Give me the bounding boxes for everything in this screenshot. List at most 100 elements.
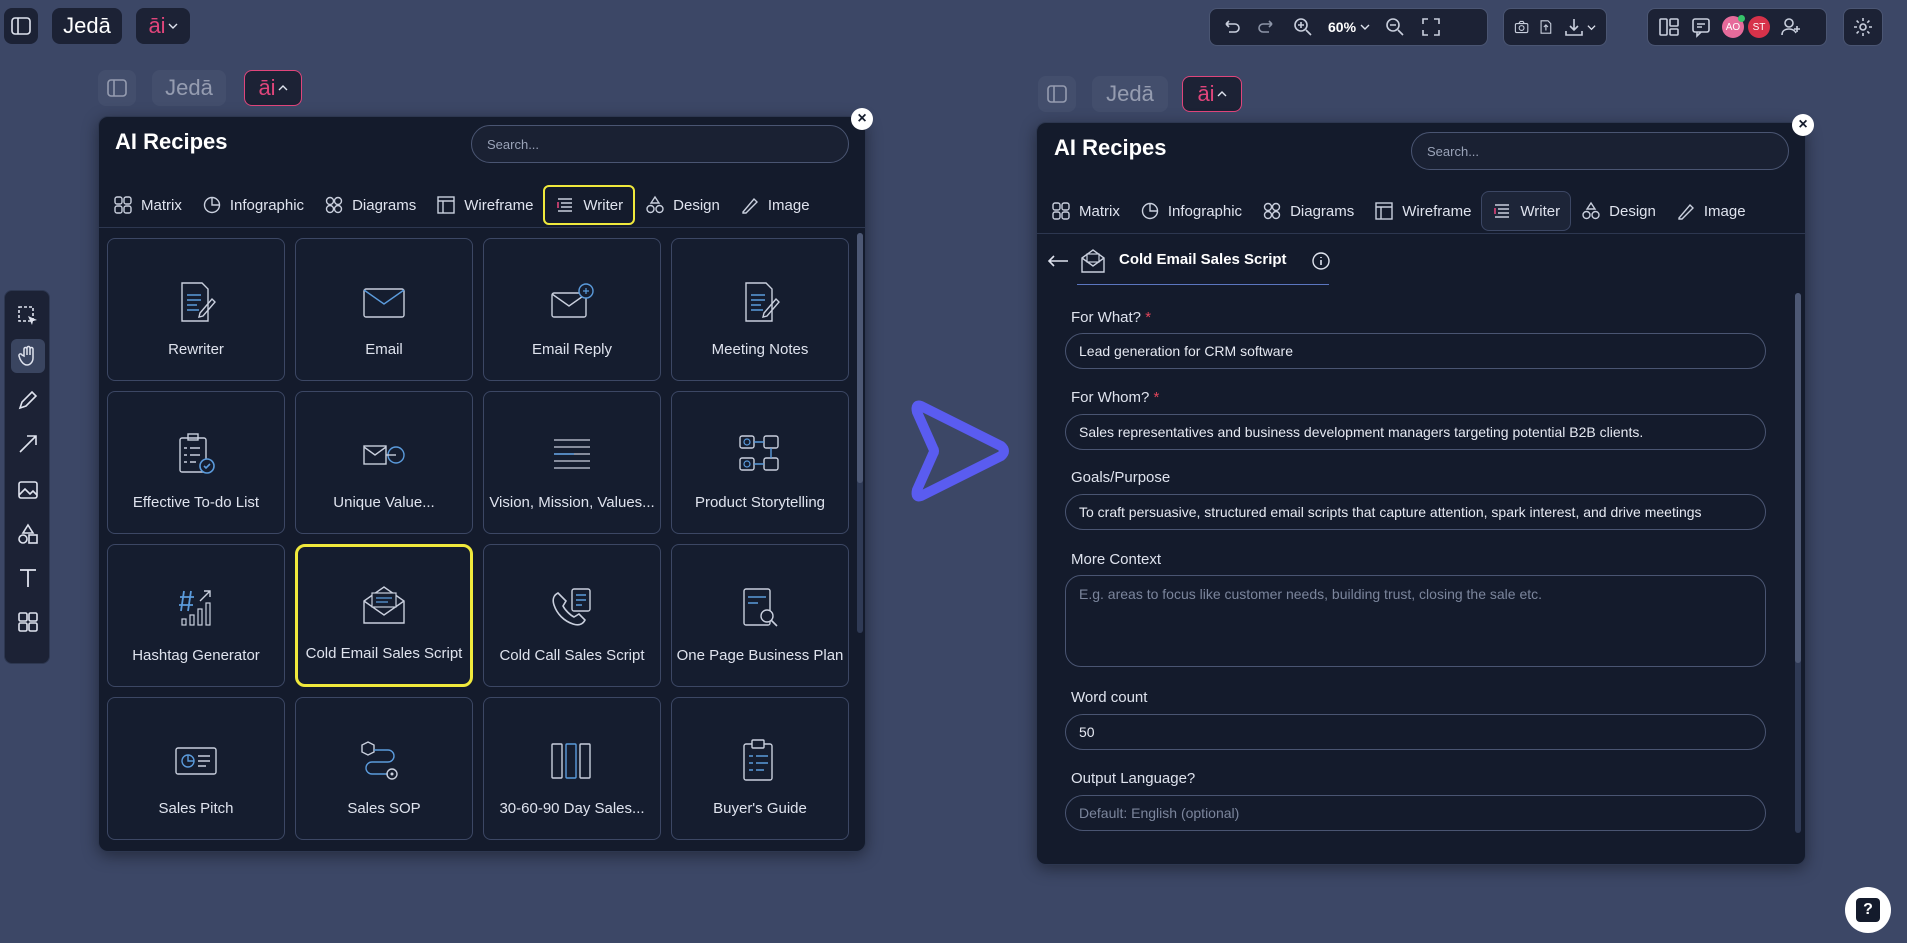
- infographic-icon: [203, 196, 221, 214]
- edit-toolbar: 60%: [1209, 8, 1488, 46]
- close-button[interactable]: ×: [1792, 114, 1814, 136]
- pencil-tool[interactable]: [11, 383, 45, 417]
- sidebar-toggle-button[interactable]: [98, 70, 136, 106]
- word-count-input[interactable]: 50: [1065, 714, 1766, 750]
- tab-wireframe[interactable]: Wireframe: [1364, 191, 1481, 231]
- scrollbar[interactable]: [1795, 293, 1801, 833]
- search-placeholder: Search...: [1427, 143, 1480, 159]
- tab-image[interactable]: Image: [1666, 191, 1756, 231]
- image-tool[interactable]: [11, 473, 45, 507]
- close-button[interactable]: ×: [851, 108, 873, 130]
- avatar[interactable]: ST: [1748, 16, 1770, 38]
- jeda-logo[interactable]: Jedā: [52, 8, 122, 44]
- recipe-card[interactable]: Buyer's Guide: [671, 697, 849, 840]
- diagrams-icon: [1263, 202, 1281, 220]
- add-user-icon[interactable]: [1780, 16, 1802, 38]
- recipe-title: Cold Email Sales Script: [1119, 251, 1287, 268]
- zoom-in-icon[interactable]: [1292, 16, 1314, 38]
- sidebar-toggle-button[interactable]: [1038, 76, 1076, 112]
- recipe-card[interactable]: Sales SOP: [295, 697, 473, 840]
- tab-infographic[interactable]: Infographic: [1130, 191, 1252, 231]
- camera-icon[interactable]: [1514, 16, 1529, 38]
- vision-mission-icon: [546, 430, 598, 480]
- field-label: For Whom? *: [1071, 389, 1159, 406]
- business-plan-icon: [734, 583, 786, 633]
- field-label: Word count: [1071, 689, 1147, 706]
- recipe-card[interactable]: Meeting Notes: [671, 238, 849, 381]
- ai-menu-button[interactable]: āi: [136, 8, 190, 44]
- label-text: For Whom?: [1071, 389, 1150, 406]
- chevron-down-icon: [168, 23, 178, 29]
- recipe-card[interactable]: Unique Value...: [295, 391, 473, 534]
- label-text: Goals/Purpose: [1071, 469, 1171, 486]
- tab-design[interactable]: Design: [1571, 191, 1666, 231]
- ai-menu-button[interactable]: āi: [1182, 76, 1242, 112]
- info-icon[interactable]: [1311, 251, 1331, 271]
- tab-label: Diagrams: [352, 196, 417, 214]
- fit-screen-icon[interactable]: [1420, 16, 1442, 38]
- scrollbar[interactable]: [857, 233, 863, 633]
- recipe-card[interactable]: 30-60-90 Day Sales...: [483, 697, 661, 840]
- tab-label: Infographic: [229, 196, 305, 214]
- text-tool[interactable]: [11, 561, 45, 595]
- recipe-card[interactable]: Effective To-do List: [107, 391, 285, 534]
- for-what-input[interactable]: Lead generation for CRM software: [1065, 333, 1766, 369]
- goals-input[interactable]: To craft persuasive, structured email sc…: [1065, 494, 1766, 530]
- tab-label: Image: [1703, 202, 1746, 220]
- select-tool[interactable]: [11, 299, 45, 333]
- layout-panels-icon[interactable]: [1658, 16, 1680, 38]
- tab-diagrams[interactable]: Diagrams: [1252, 191, 1364, 231]
- output-language-input[interactable]: Default: English (optional): [1065, 795, 1766, 831]
- zoom-out-icon[interactable]: [1384, 16, 1406, 38]
- recipe-card-label: Unique Value...: [333, 494, 435, 511]
- recipe-card[interactable]: Email Reply: [483, 238, 661, 381]
- recipe-card[interactable]: One Page Business Plan: [671, 544, 849, 687]
- tab-writer[interactable]: Writer: [1481, 191, 1572, 231]
- redo-icon[interactable]: [1256, 16, 1278, 38]
- zoom-level[interactable]: 60%: [1328, 19, 1370, 35]
- tab-image[interactable]: Image: [730, 185, 820, 225]
- recipe-card[interactable]: Vision, Mission, Values...: [483, 391, 661, 534]
- recipe-tabs: Matrix Infographic Diagrams Wireframe Wr…: [1041, 191, 1756, 231]
- recipe-card[interactable]: Rewriter: [107, 238, 285, 381]
- tab-design[interactable]: Design: [635, 185, 730, 225]
- search-input[interactable]: Search...: [471, 125, 849, 163]
- arrow-tool[interactable]: [11, 427, 45, 461]
- download-button[interactable]: [1563, 16, 1596, 38]
- tab-matrix[interactable]: Matrix: [103, 185, 192, 225]
- undo-icon[interactable]: [1220, 16, 1242, 38]
- online-dot: [1738, 15, 1745, 22]
- help-button[interactable]: ?: [1845, 887, 1891, 933]
- tab-infographic[interactable]: Infographic: [192, 185, 314, 225]
- tab-diagrams[interactable]: Diagrams: [314, 185, 426, 225]
- back-arrow-icon[interactable]: [1047, 254, 1069, 268]
- label-text: For What?: [1071, 309, 1142, 326]
- recipe-card[interactable]: Product Storytelling: [671, 391, 849, 534]
- more-context-textarea[interactable]: E.g. areas to focus like customer needs,…: [1065, 575, 1766, 667]
- jeda-logo[interactable]: Jedā: [152, 70, 226, 106]
- recipe-card[interactable]: Cold Call Sales Script: [483, 544, 661, 687]
- tab-wireframe[interactable]: Wireframe: [426, 185, 543, 225]
- ai-menu-button[interactable]: āi: [244, 70, 302, 106]
- hand-tool[interactable]: [11, 339, 45, 373]
- recipe-card[interactable]: Hashtag Generator: [107, 544, 285, 687]
- wireframe-icon: [1375, 202, 1393, 220]
- shapes-tool[interactable]: [11, 517, 45, 551]
- jeda-logo[interactable]: Jedā: [1092, 76, 1168, 112]
- recipe-card[interactable]: Sales Pitch: [107, 697, 285, 840]
- search-input[interactable]: Search...: [1411, 132, 1789, 170]
- upload-icon[interactable]: [1539, 16, 1553, 38]
- avatar[interactable]: AO: [1722, 15, 1745, 38]
- recipe-card-label: Effective To-do List: [132, 494, 260, 511]
- input-value: Lead generation for CRM software: [1079, 343, 1293, 359]
- settings-button[interactable]: [1843, 8, 1883, 46]
- tab-writer[interactable]: Writer: [543, 185, 636, 225]
- tab-matrix[interactable]: Matrix: [1041, 191, 1130, 231]
- components-tool[interactable]: [11, 605, 45, 639]
- comments-icon[interactable]: [1690, 16, 1712, 38]
- recipe-card[interactable]: Cold Email Sales Script: [295, 544, 473, 687]
- recipe-card[interactable]: Email: [295, 238, 473, 381]
- sidebar-toggle-button[interactable]: [4, 8, 38, 44]
- for-whom-input[interactable]: Sales representatives and business devel…: [1065, 414, 1766, 450]
- cold-email-icon: [358, 581, 410, 631]
